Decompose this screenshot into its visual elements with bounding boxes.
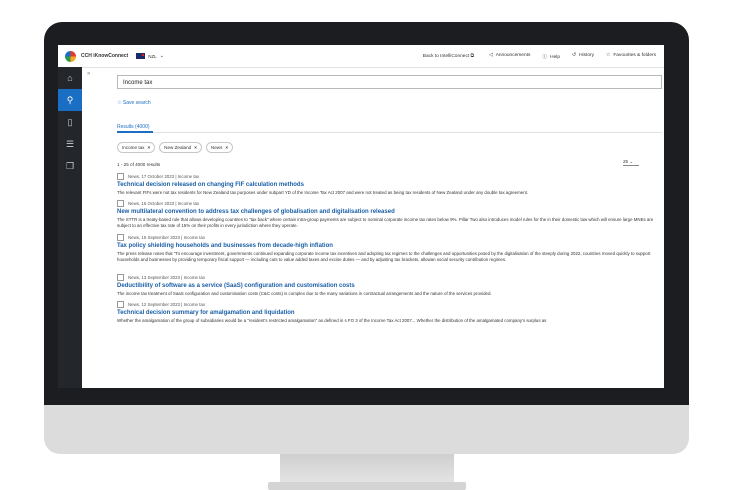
book-icon[interactable]: ❐ [58,155,82,177]
help-icon: ⓘ [542,54,548,60]
region-selector[interactable]: NZL [148,54,157,59]
result-checkbox[interactable] [117,234,124,241]
home-icon[interactable]: ⌂ [58,67,82,89]
result-title-link[interactable]: Tax policy shielding households and busi… [117,243,662,249]
results-count: 1 - 25 of 4000 results [117,162,161,167]
list-item: News, 13 September 2023 | Income tax Ded… [117,274,662,296]
result-meta: News, 12 September 2023 | Income tax [128,302,206,307]
result-title-link[interactable]: Deductibility of software as a service (… [117,283,662,289]
document-icon[interactable]: ▯ [58,111,82,133]
filter-chip-new-zealand[interactable]: New Zealand × [159,142,202,153]
result-checkbox[interactable] [117,301,124,308]
result-meta: News, 15 September 2023 | Income tax [128,235,206,240]
chevron-down-icon: ⌄ [629,159,634,164]
result-snippet: The income tax treatment of SaaS configu… [117,291,492,296]
result-meta: News, 16 October 2023 | Income tax [128,201,200,206]
list-item: News, 16 October 2023 | Income tax New m… [117,200,662,229]
top-bar: CCH iKnowConnect NZL ⌄ Back to IntelliCo… [58,45,664,68]
result-snippet: Whether the amalgamation of the group of… [117,318,547,323]
monitor-stand-foot [268,482,466,490]
app-screen: CCH iKnowConnect NZL ⌄ Back to IntelliCo… [58,45,664,388]
left-rail: ⌂ ⚲ ▯ ☰ ❐ [58,67,82,388]
close-icon[interactable]: × [194,145,197,150]
result-snippet: The press release notes that "To encoura… [117,251,651,262]
brand-logo-icon[interactable] [65,50,76,62]
result-checkbox[interactable] [117,274,124,281]
monitor-chin [44,405,689,454]
list-item: News, 15 September 2023 | Income tax Tax… [117,234,662,269]
main-content: Income tax ☆ Save search Results (4000) … [114,67,664,388]
search-icon[interactable]: ⚲ [58,89,82,111]
history-icon: ↺ [572,52,577,58]
nz-flag-icon [136,53,146,59]
result-snippet: The relevant FIFs were not tax residents… [117,190,529,195]
list-item: News, 12 September 2023 | Income tax Tec… [117,301,662,323]
save-search-link[interactable]: ☆ Save search [117,100,151,106]
result-meta: News, 17 October 2023 | Income tax [128,174,200,179]
expand-sidebar-icon[interactable]: » [87,71,90,77]
back-to-intelliconnect-link[interactable]: Back to IntelliConnect ⧉ [423,53,477,60]
external-link-icon: ⧉ [470,53,474,59]
result-snippet: The STTR is a treaty-based rule that all… [117,217,654,228]
result-checkbox[interactable] [117,173,124,180]
result-title-link[interactable]: Technical decision summary for amalgamat… [117,310,662,316]
history-link[interactable]: ↺ History [572,53,594,60]
list-icon[interactable]: ☰ [58,133,82,155]
result-checkbox[interactable] [117,200,124,207]
close-icon[interactable]: × [147,145,150,150]
favourites-link[interactable]: ☆ Favourites & folders [606,53,656,60]
help-link[interactable]: ⓘ Help [542,53,560,60]
top-links: Back to IntelliConnect ⧉ ◁ Announcements … [423,53,656,60]
search-input[interactable]: Income tax [117,75,662,89]
close-icon[interactable]: × [225,145,228,150]
active-tab-indicator [117,131,153,133]
brand-name[interactable]: CCH iKnowConnect [81,53,128,59]
list-item: News, 17 October 2023 | Income tax Techn… [117,173,662,195]
result-meta: News, 13 September 2023 | Income tax [128,275,206,280]
chevron-down-icon[interactable]: ⌄ [160,53,164,59]
announcements-link[interactable]: ◁ Announcements [489,53,530,60]
per-page-select[interactable]: 25 ⌄ [623,159,639,166]
tab-results[interactable]: Results (4000) [117,124,150,130]
result-title-link[interactable]: New multilateral convention to address t… [117,209,662,215]
results-list: News, 17 October 2023 | Income tax Techn… [117,173,662,328]
filter-chip-income-tax[interactable]: Income tax × [117,142,156,153]
filter-chips: Income tax × New Zealand × News × [117,142,234,153]
result-title-link[interactable]: Technical decision released on changing … [117,182,662,188]
star-icon: ☆ [606,52,611,58]
megaphone-icon: ◁ [488,52,493,58]
filter-chip-news[interactable]: News × [205,142,234,153]
tab-divider [117,132,662,133]
